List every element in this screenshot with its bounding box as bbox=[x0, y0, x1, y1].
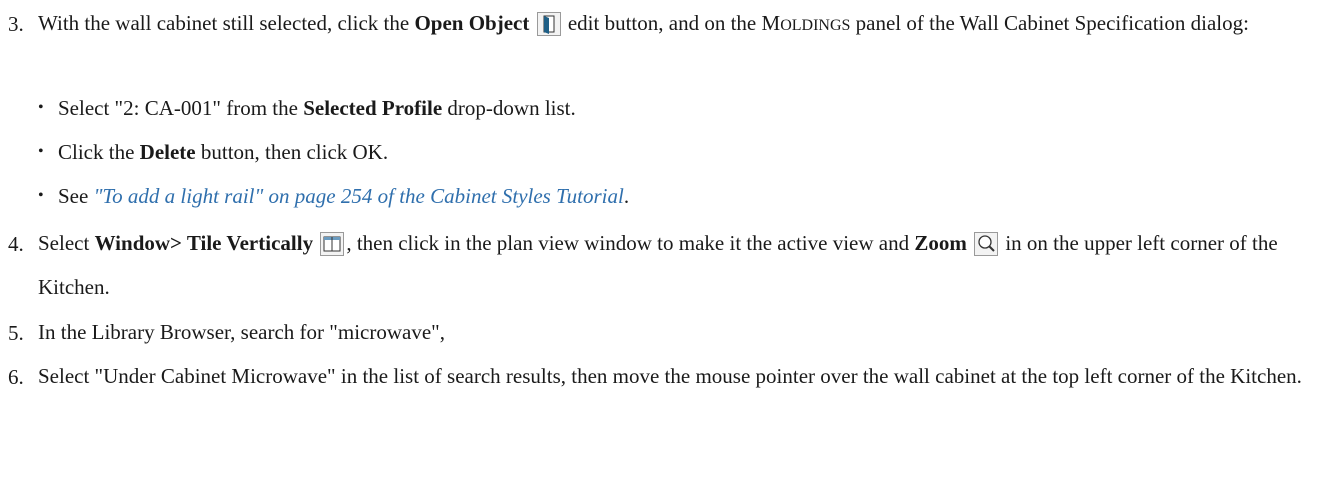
bullet-text-part: . bbox=[623, 184, 630, 208]
bullet-text-part: button, then click OK. bbox=[195, 140, 389, 164]
tile-vertically-label: Window> Tile Vertically bbox=[94, 231, 314, 255]
bullet-text-part: Select "2: CA-001" from the bbox=[58, 96, 304, 120]
step-number: 4. bbox=[8, 232, 24, 256]
bullet-text: See "To add a light rail" on page 254 of… bbox=[58, 185, 629, 207]
step-text-part: edit button, and on the bbox=[562, 11, 762, 35]
step-text: Select "Under Cabinet Microwave" in the … bbox=[38, 364, 1302, 388]
open-object-icon bbox=[536, 11, 561, 36]
delete-label: Delete bbox=[139, 140, 196, 164]
step-number: 6. bbox=[8, 365, 24, 389]
bullet-dot: • bbox=[38, 99, 44, 116]
light-rail-link[interactable]: "To add a light rail" on page 254 of the… bbox=[94, 184, 624, 208]
bullet-text-part: Click the bbox=[58, 140, 140, 164]
moldings-rest: OLDINGS bbox=[780, 17, 851, 34]
step-text-part: panel of the Wall Cabinet Specification … bbox=[850, 11, 1249, 35]
zoom-icon bbox=[974, 231, 999, 256]
step-text: Select Window> Tile Vertically , then cl… bbox=[38, 221, 1308, 309]
step-text-part: With the wall cabinet still selected, cl… bbox=[38, 11, 415, 35]
step-number: 3. bbox=[8, 12, 24, 36]
step-text-part: , then click in the plan view window to … bbox=[346, 231, 915, 255]
step-text: In the Library Browser, search for "micr… bbox=[38, 320, 445, 344]
bullet-text-part: See bbox=[58, 184, 94, 208]
selected-profile-label: Selected Profile bbox=[303, 96, 443, 120]
tile-vertically-icon bbox=[320, 231, 345, 256]
open-object-label: Open Object bbox=[414, 11, 530, 35]
bullet-dot: • bbox=[38, 187, 44, 204]
bullet-text: Select "2: CA-001" from the Selected Pro… bbox=[58, 97, 576, 119]
moldings-initial: M bbox=[761, 11, 781, 35]
step-text-part: Select bbox=[38, 231, 95, 255]
bullet-dot: • bbox=[38, 143, 44, 160]
step-text: With the wall cabinet still selected, cl… bbox=[38, 1, 1308, 48]
bullet-text: Click the Delete button, then click OK. bbox=[58, 141, 388, 163]
zoom-label: Zoom bbox=[914, 231, 967, 255]
step-number: 5. bbox=[8, 321, 24, 345]
bullet-text-part: drop-down list. bbox=[442, 96, 576, 120]
